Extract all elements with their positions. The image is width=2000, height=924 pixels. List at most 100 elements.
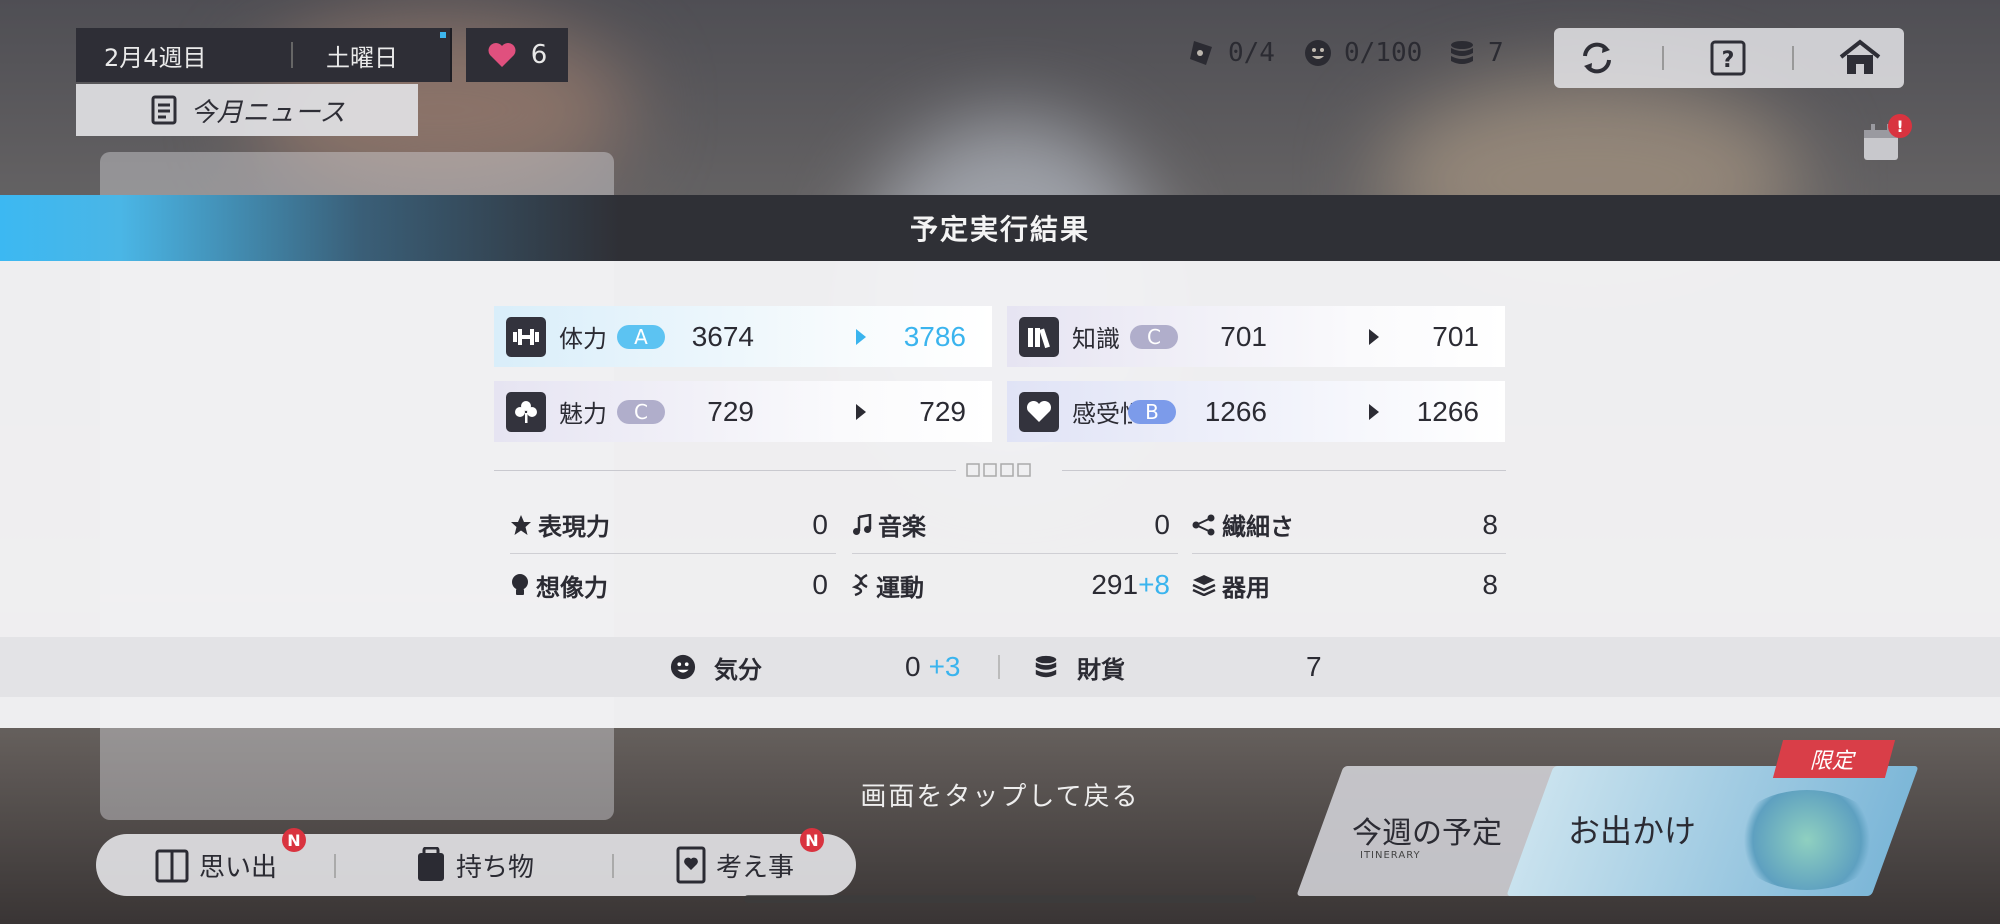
memories-label: 思い出 — [198, 852, 277, 883]
new-badge: N — [282, 828, 306, 852]
substat-name: 表現力 — [538, 513, 610, 541]
grade-badge: A — [617, 324, 665, 349]
books-icon — [1019, 316, 1059, 357]
substat-music: 音楽 0 — [852, 496, 1178, 554]
substat-value: 0 — [1154, 508, 1170, 540]
money-result: 財貨 — [1033, 637, 1125, 697]
substat-value: 0 — [812, 508, 828, 540]
date-box: 2月4週目 土曜日 — [76, 28, 452, 82]
substat-value: 0 — [812, 569, 828, 600]
refresh-icon[interactable] — [1577, 38, 1617, 78]
divider — [1662, 46, 1665, 70]
ticket-count: 0/4 — [1228, 38, 1275, 68]
divider — [1791, 46, 1794, 70]
top-button-group: ? — [1554, 28, 1904, 88]
section-divider — [494, 470, 956, 471]
stat-name: 知識 — [1072, 325, 1120, 353]
home-indicator — [744, 895, 1256, 903]
memories-button[interactable]: 思い出 N — [96, 828, 336, 896]
weekly-plan-sublabel: ITINERARY — [1360, 850, 1421, 861]
mood-counter: 0/100 — [1304, 38, 1422, 68]
coin-counter: 7 — [1448, 38, 1504, 68]
mood-result: 気分 — [670, 637, 762, 697]
home-icon[interactable] — [1839, 39, 1881, 77]
smiley-icon — [670, 654, 696, 680]
substat-plus: +8 — [1138, 569, 1170, 600]
substat-name: 音楽 — [878, 513, 926, 541]
corner-dot — [440, 32, 446, 38]
stat-name: 感受性 — [1072, 400, 1132, 428]
weekly-plan-label: 今週の予定 — [1352, 816, 1502, 851]
lightbulb-icon — [512, 574, 528, 595]
day-label: 土曜日 — [326, 43, 398, 72]
money-value: 7 — [1306, 651, 1322, 682]
substat-base: 291 — [1091, 569, 1139, 600]
grade-badge: C — [617, 399, 665, 424]
layers-icon — [1192, 575, 1216, 596]
heart-icon — [1019, 391, 1059, 432]
thoughts-button[interactable]: 考え事 N — [614, 828, 856, 896]
arrow-icon — [1369, 328, 1379, 345]
grade-badge: C — [1130, 324, 1178, 349]
calendar-button[interactable]: ! — [1862, 114, 1912, 162]
stat-name: 魅力 — [559, 400, 607, 428]
substat-delicacy: 繊細さ 8 — [1192, 496, 1506, 554]
alert-badge: ! — [1888, 114, 1912, 138]
news-icon — [151, 95, 177, 125]
substat-name: 想像力 — [536, 573, 608, 602]
heart-counter[interactable]: 6 — [466, 28, 568, 82]
substat-dexterity: 器用 8 — [1192, 556, 1506, 614]
ornament-icon — [966, 463, 1031, 477]
substat-value: 8 — [1482, 508, 1498, 540]
bag-icon — [417, 847, 444, 881]
heart-count: 6 — [530, 40, 548, 70]
result-title: 予定実行結果 — [909, 213, 1090, 246]
arrow-icon — [856, 403, 866, 420]
heart-icon — [488, 43, 516, 67]
substat-exercise: 運動 291+8 — [852, 556, 1178, 614]
music-note-icon — [853, 513, 872, 535]
coin-stack-icon — [1035, 655, 1057, 678]
mood-count: 0/100 — [1344, 38, 1423, 68]
mood-divider — [998, 655, 1000, 679]
substat-value: 8 — [1482, 569, 1498, 600]
mood-value: 0 — [905, 651, 921, 682]
svg-text:?: ? — [1722, 48, 1735, 73]
substat-expression: 表現力 0 — [510, 496, 836, 554]
dumbbell-icon — [506, 316, 546, 357]
outing-illustration — [1732, 790, 1882, 890]
outing-label: お出かけ — [1568, 812, 1697, 850]
items-button[interactable]: 持ち物 — [336, 834, 614, 896]
arrow-icon — [1369, 403, 1379, 420]
stat-before: 3674 — [691, 320, 754, 352]
dna-icon — [852, 573, 868, 597]
book-icon — [155, 849, 189, 883]
substat-name: 繊細さ — [1222, 513, 1294, 541]
smiley-icon — [1305, 40, 1331, 66]
substat-name: 器用 — [1222, 573, 1270, 602]
share-nodes-icon — [1192, 514, 1215, 535]
stat-after: 1266 — [1416, 395, 1479, 427]
stat-row-charm: 魅力 C 729 729 — [494, 381, 992, 442]
bottom-menu: 思い出 N 持ち物 考え事 N — [96, 828, 856, 896]
star-icon — [511, 514, 531, 535]
section-divider — [1062, 470, 1506, 471]
stat-before: 701 — [1220, 320, 1267, 352]
limited-badge: 限定 — [1772, 740, 1896, 778]
stat-name: 体力 — [559, 325, 607, 353]
help-icon[interactable]: ? — [1710, 40, 1746, 76]
new-badge: N — [800, 828, 824, 852]
stat-before: 729 — [707, 395, 754, 427]
journal-icon — [676, 846, 706, 884]
monthly-news-button[interactable]: 今月ニュース — [76, 84, 418, 136]
stat-row-stamina: 体力 A 3674 3786 — [494, 306, 992, 367]
result-header: 予定実行結果 — [0, 195, 2000, 261]
news-label: 今月ニュース — [190, 97, 346, 128]
substat-name: 運動 — [876, 573, 924, 602]
thoughts-label: 考え事 — [715, 852, 794, 883]
clover-icon — [506, 391, 546, 432]
arrow-icon — [856, 328, 866, 345]
stat-row-sensitivity: 感受性 B 1266 1266 — [1007, 381, 1505, 442]
ticket-icon — [1190, 41, 1212, 65]
mood-value-group: 0 +3 — [905, 637, 961, 697]
